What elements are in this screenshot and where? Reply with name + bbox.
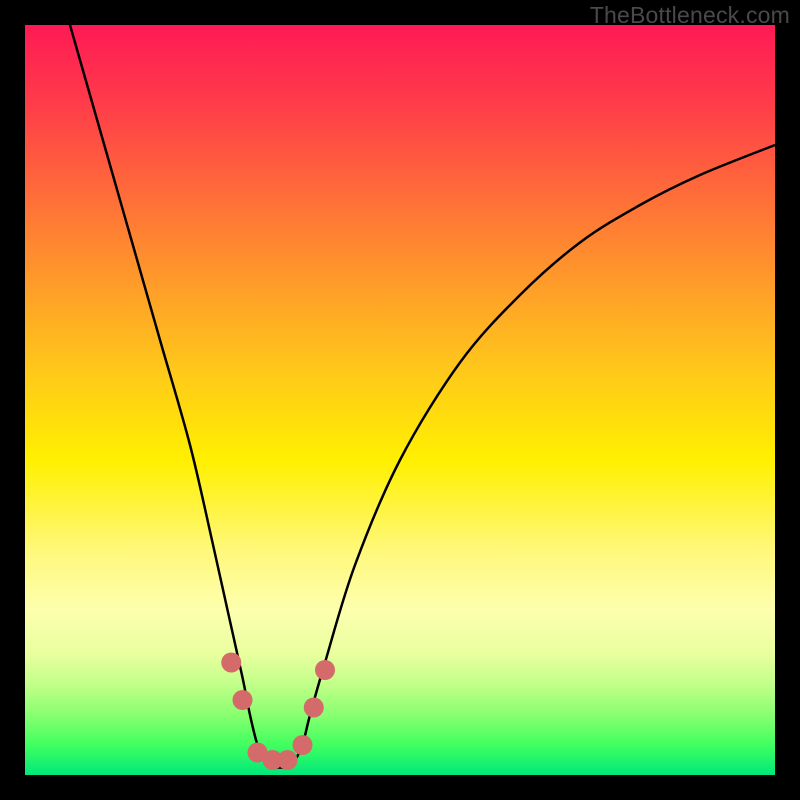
highlight-dots (221, 653, 335, 771)
plot-area (25, 25, 775, 775)
curve-svg (25, 25, 775, 775)
highlight-dot (221, 653, 241, 673)
highlight-dot (293, 735, 313, 755)
highlight-dot (304, 698, 324, 718)
chart-frame: TheBottleneck.com (0, 0, 800, 800)
highlight-dot (233, 690, 253, 710)
bottleneck-curve (70, 25, 775, 768)
highlight-dot (278, 750, 298, 770)
highlight-dot (315, 660, 335, 680)
